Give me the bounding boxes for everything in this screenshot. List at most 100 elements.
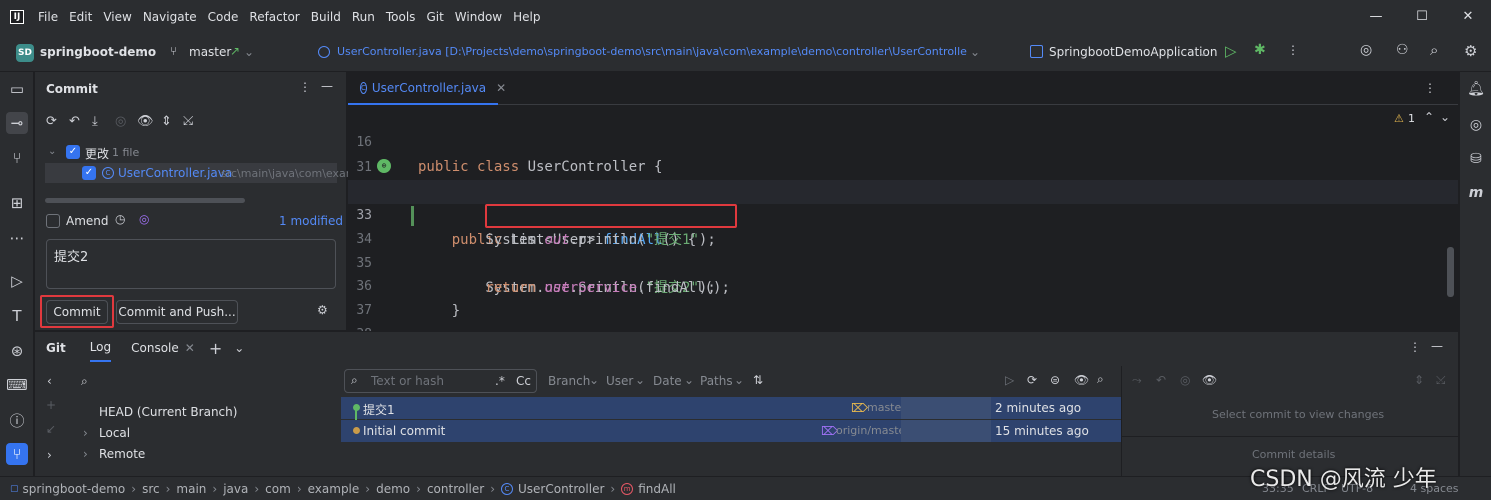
tab-options-icon[interactable]: ⋮ (1424, 81, 1436, 95)
horizontal-scrollbar[interactable] (45, 198, 245, 203)
menu-git[interactable]: Git (426, 10, 443, 24)
chevron-down-icon[interactable]: ⌄ (1198, 45, 1208, 59)
commit-row[interactable]: Initial commit ⌦ origin/master 15 minute… (341, 420, 1121, 442)
debug-icon[interactable]: ✱ (1254, 42, 1266, 58)
maximize-icon[interactable]: ☐ (1399, 0, 1445, 34)
build-hammer-icon[interactable]: T (6, 305, 28, 327)
terminal-icon[interactable]: ⌨ (6, 374, 28, 396)
match-case-icon[interactable]: Cc (516, 374, 531, 388)
options-icon[interactable]: ⋮ (299, 80, 311, 94)
crumb-project[interactable]: springboot-demo (23, 482, 126, 496)
filter-date[interactable]: Date (653, 374, 682, 388)
add-user-icon[interactable]: ⚇ (1396, 42, 1409, 58)
crumb-class[interactable]: UserController (518, 482, 604, 496)
code-line[interactable]: 37 (348, 275, 1458, 318)
tab-log[interactable]: Log (89, 334, 112, 362)
file-checkbox[interactable]: ✓ (82, 166, 96, 180)
ai-commit-icon[interactable]: ◎ (139, 212, 149, 226)
endpoint-gutter-icon[interactable]: ⊕ (377, 159, 391, 173)
crumb-example[interactable]: example (308, 482, 360, 496)
commit-settings-icon[interactable]: ⚙ (317, 303, 328, 317)
update-icon[interactable]: ⤓ (92, 114, 98, 129)
regex-icon[interactable]: .* (495, 374, 505, 388)
expand-right-icon[interactable]: › (47, 448, 52, 462)
menu-window[interactable]: Window (455, 10, 502, 24)
settings-gear-icon[interactable]: ⚙ (1464, 42, 1477, 60)
close-window-icon[interactable]: ✕ (1445, 0, 1491, 34)
chevron-down-icon[interactable]: ⌄ (684, 373, 694, 387)
search-icon[interactable]: ⌕ (1430, 41, 1438, 59)
expand-all-icon[interactable]: ⇕ (161, 114, 172, 129)
ai-assistant-icon[interactable]: ◎ (1360, 42, 1372, 58)
menu-file[interactable]: File (38, 10, 58, 24)
crumb-controller[interactable]: controller (427, 482, 484, 496)
branch-item-remote[interactable]: Remote (99, 447, 145, 461)
notifications-bell-icon[interactable]: 🔔︎ (1465, 78, 1487, 100)
refresh-icon[interactable]: ⟳ (46, 114, 57, 129)
options-icon[interactable]: ⋮ (1409, 340, 1421, 354)
tab-console[interactable]: Console (131, 341, 179, 355)
filter-user[interactable]: User (606, 374, 633, 388)
menu-edit[interactable]: Edit (69, 10, 92, 24)
chevron-down-icon[interactable]: ⌄ (734, 373, 744, 387)
pull-requests-icon[interactable]: ⑂ (6, 147, 28, 169)
code-line[interactable]: 35 return userService.findAll(); (348, 228, 1458, 296)
chevron-down-icon[interactable]: ⌄ (234, 341, 244, 355)
vertical-scrollbar[interactable] (1447, 247, 1454, 297)
close-tab-icon[interactable]: ✕ (496, 81, 506, 95)
chevron-down-icon[interactable]: ⌄ (48, 146, 56, 157)
run-icon[interactable]: ▷ (1225, 42, 1237, 60)
menu-tools[interactable]: Tools (386, 10, 416, 24)
commit-message-input[interactable]: 提交2 (46, 239, 336, 289)
collapse-left-icon[interactable]: ‹ (47, 374, 52, 388)
filter-branch[interactable]: Branch (548, 374, 590, 388)
code-line[interactable]: 16 public class UserController { (348, 107, 1458, 175)
code-line[interactable]: 36 } (348, 251, 1458, 319)
graph-options-icon[interactable]: ⊜ (1050, 373, 1060, 387)
changes-group-checkbox[interactable]: ✓ (66, 145, 80, 159)
ai-chat-icon[interactable]: ◎ (1465, 114, 1487, 136)
log-search-input[interactable]: ⌕ Text or hash .* Cc (344, 369, 537, 393)
crumb-com[interactable]: com (265, 482, 291, 496)
crumb-java[interactable]: java (223, 482, 248, 496)
chevron-right-icon[interactable]: › (83, 426, 88, 440)
amend-checkbox[interactable] (46, 214, 60, 228)
run-config-name[interactable]: SpringbootDemoApplication (1049, 45, 1217, 59)
hide-panel-icon[interactable]: — (321, 79, 333, 93)
chevron-right-icon[interactable]: › (83, 447, 88, 461)
file-row[interactable]: ✓ C UserController.java src\main\java\co… (45, 163, 356, 183)
git-tool-icon[interactable]: ⑂ (6, 443, 28, 465)
view-options-icon[interactable]: 👁︎ (137, 114, 154, 129)
menu-code[interactable]: Code (208, 10, 239, 24)
problems-icon[interactable]: ⓘ (6, 409, 28, 431)
code-line[interactable]: 34 System.out.println("提交2"); (348, 204, 1458, 296)
branch-item-local[interactable]: Local (99, 426, 130, 440)
commit-and-push-button[interactable]: Commit and Push... (116, 300, 238, 324)
commit-tool-icon[interactable]: ⊸ (6, 112, 28, 134)
chevron-down-icon[interactable]: ⌄ (589, 373, 599, 387)
rollback-icon[interactable]: ↶ (69, 114, 80, 129)
project-folder-icon[interactable]: ▭ (6, 78, 28, 100)
add-tab-icon[interactable]: + (209, 339, 222, 358)
project-badge[interactable]: SD (16, 44, 34, 62)
code-line[interactable]: 32 ⊕ public List<User> findAll() { (348, 156, 1458, 248)
hide-panel-icon[interactable]: — (1431, 339, 1443, 353)
branch-name[interactable]: master (189, 45, 231, 59)
code-line-current[interactable]: 33 System.out.println("提交1"); (348, 180, 1458, 248)
services-icon[interactable]: ⊛ (6, 340, 28, 362)
menu-help[interactable]: Help (513, 10, 540, 24)
close-tab-icon[interactable]: ✕ (185, 341, 195, 355)
menu-refactor[interactable]: Refactor (249, 10, 299, 24)
crumb-main[interactable]: main (176, 482, 206, 496)
code-line[interactable]: 38 } (348, 299, 1458, 367)
refresh-icon[interactable]: ⟳ (1027, 373, 1037, 387)
view-options-icon[interactable]: 👁︎ (1074, 373, 1089, 387)
crumb-method[interactable]: findAll (638, 482, 676, 496)
commit-row[interactable]: 提交1 ⌦ master 2 minutes ago (341, 397, 1121, 420)
cherry-pick-icon[interactable]: ▷ (1005, 373, 1014, 387)
minimize-icon[interactable]: — (1353, 0, 1399, 34)
editor-tab-usercontroller[interactable]: C UserController.java ✕ (348, 72, 506, 105)
menu-build[interactable]: Build (311, 10, 341, 24)
crumb-src[interactable]: src (142, 482, 160, 496)
view-options-icon[interactable]: 👁︎ (1202, 373, 1217, 387)
